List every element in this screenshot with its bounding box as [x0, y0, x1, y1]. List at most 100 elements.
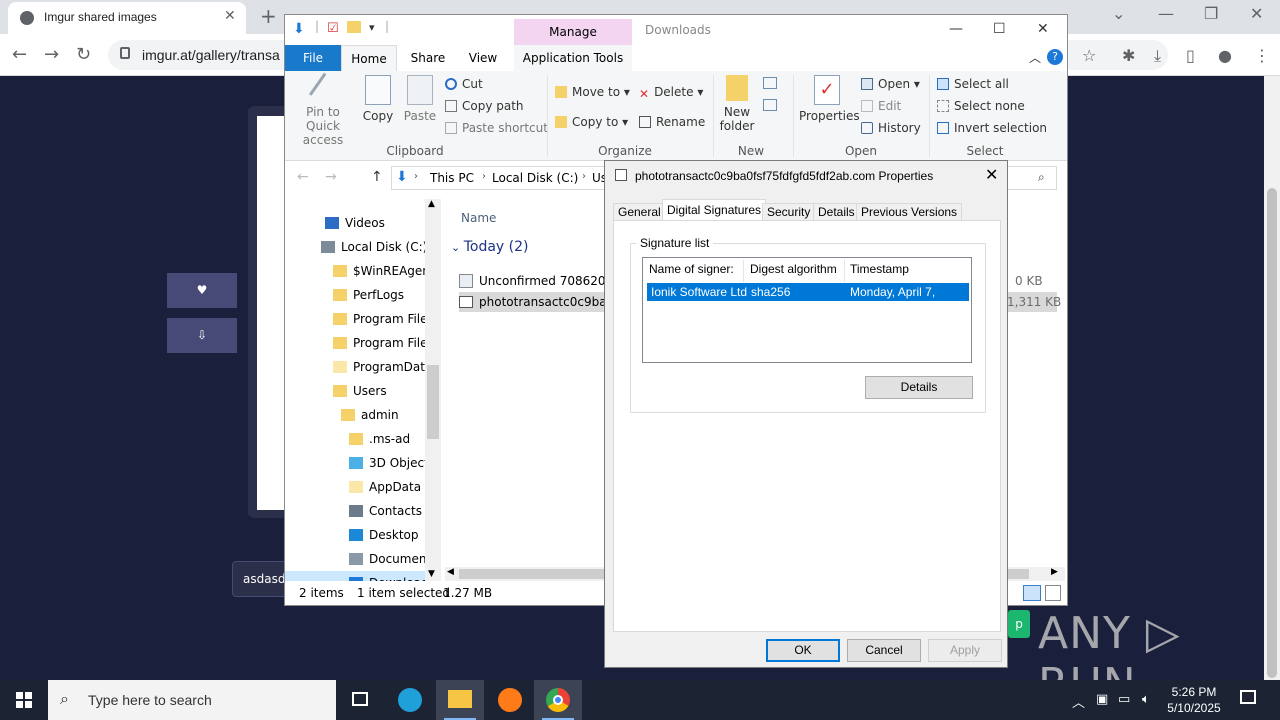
explorer-forward-icon[interactable]: →: [325, 169, 337, 185]
nav-item[interactable]: admin: [285, 403, 425, 427]
easy-access-icon[interactable]: [763, 99, 777, 111]
name-column-header[interactable]: Name: [461, 211, 496, 225]
taskbar-search-box[interactable]: ⌕ Type here to search: [48, 680, 336, 720]
explorer-close-button[interactable]: ✕: [1037, 21, 1049, 37]
nav-item[interactable]: Program Files: [285, 331, 425, 355]
tab-view[interactable]: View: [457, 45, 509, 71]
address-url[interactable]: imgur.at/gallery/transa: [142, 47, 280, 63]
close-tab-icon[interactable]: ✕: [224, 8, 236, 24]
nav-item[interactable]: AppData: [285, 475, 425, 499]
taskbar-search-placeholder[interactable]: Type here to search: [88, 692, 212, 708]
scroll-down-icon[interactable]: ▼: [428, 569, 435, 579]
nav-item[interactable]: Contacts: [285, 499, 425, 523]
new-item-icon[interactable]: [763, 77, 777, 89]
explorer-maximize-button[interactable]: ☐: [993, 21, 1006, 37]
downloads-icon[interactable]: ⤓: [1154, 46, 1161, 66]
page-action-button[interactable]: p: [1008, 610, 1030, 638]
browser-menu-icon[interactable]: ⋮: [1254, 46, 1270, 65]
paste-button[interactable]: Paste: [403, 75, 437, 123]
delete-button[interactable]: ✕ Delete ▾: [639, 85, 703, 101]
nav-item[interactable]: Program Files: [285, 307, 425, 331]
taskbar-firefox[interactable]: [486, 680, 534, 720]
edit-button[interactable]: Edit: [861, 99, 901, 113]
rename-button[interactable]: Rename: [639, 115, 705, 129]
nav-item[interactable]: Local Disk (C:): [285, 235, 425, 259]
side-panel-icon[interactable]: ▯: [1186, 46, 1195, 65]
taskbar-clock[interactable]: 5:26 PM 5/10/2025: [1162, 684, 1226, 716]
task-view-button[interactable]: [336, 680, 384, 720]
bookmark-star-icon[interactable]: ☆: [1082, 46, 1096, 65]
tab-security[interactable]: Security: [762, 203, 816, 221]
scroll-up-icon[interactable]: ▲: [428, 199, 435, 209]
signature-details-button[interactable]: Details: [865, 376, 973, 399]
properties-check-icon[interactable]: ☑: [327, 21, 339, 36]
manage-context-tab[interactable]: Manage: [514, 19, 632, 45]
tab-digital-signatures[interactable]: Digital Signatures: [662, 199, 767, 221]
nav-item[interactable]: .ms-ad: [285, 427, 425, 451]
qat-dropdown-icon[interactable]: ▾: [369, 21, 375, 34]
like-button[interactable]: ♥: [167, 273, 237, 308]
signature-list[interactable]: Name of signer: Digest algorithm Timesta…: [642, 257, 972, 363]
profile-avatar-icon[interactable]: ●: [1218, 46, 1232, 65]
extensions-puzzle-icon[interactable]: ✱: [1122, 46, 1135, 65]
invert-selection-button[interactable]: Invert selection: [937, 121, 1047, 135]
taskbar-file-explorer[interactable]: [436, 680, 484, 720]
volume-icon[interactable]: 🔈︎: [1142, 692, 1150, 707]
explorer-minimize-button[interactable]: —: [949, 21, 963, 37]
scroll-left-icon[interactable]: ◀: [447, 567, 454, 577]
properties-close-button[interactable]: ✕: [985, 165, 998, 184]
tab-application-tools[interactable]: Application Tools: [514, 45, 632, 71]
comment-input[interactable]: asdasd: [232, 561, 288, 597]
tab-details[interactable]: Details: [813, 203, 860, 221]
back-arrow-icon[interactable]: ←: [12, 44, 27, 65]
column-timestamp[interactable]: Timestamp: [850, 262, 909, 276]
nav-item[interactable]: Documents: [285, 547, 425, 571]
shared-image[interactable]: [257, 116, 287, 510]
copy-button[interactable]: Copy: [361, 75, 395, 123]
page-scrollbar[interactable]: [1264, 76, 1280, 680]
scroll-right-icon[interactable]: ▶: [1051, 567, 1058, 577]
nav-item[interactable]: Users: [285, 379, 425, 403]
nav-item[interactable]: $WinREAgent: [285, 259, 425, 283]
nav-scrollbar-thumb[interactable]: [427, 365, 439, 439]
ribbon-collapse-chevron-icon[interactable]: ︿: [1029, 49, 1041, 66]
tab-home[interactable]: Home: [341, 45, 397, 71]
select-none-button[interactable]: Select none: [937, 99, 1025, 113]
explorer-up-icon[interactable]: ↑: [371, 169, 383, 185]
explorer-search-box[interactable]: ⌕: [1007, 166, 1057, 190]
taskbar-chrome[interactable]: [534, 680, 582, 720]
nav-item[interactable]: 3D Objects: [285, 451, 425, 475]
browser-tab[interactable]: Imgur shared images ✕: [8, 2, 246, 34]
new-folder-icon[interactable]: [347, 21, 361, 33]
start-button[interactable]: [0, 680, 48, 720]
breadcrumb-this-pc[interactable]: This PC: [430, 171, 474, 185]
forward-arrow-icon[interactable]: →: [44, 44, 59, 65]
tray-overflow-chevron-icon[interactable]: ︿: [1072, 692, 1085, 711]
help-icon[interactable]: ?: [1047, 49, 1063, 65]
paste-shortcut-button[interactable]: Paste shortcut: [445, 121, 548, 135]
nav-item[interactable]: ProgramData: [285, 355, 425, 379]
page-scrollbar-thumb[interactable]: [1267, 188, 1277, 678]
nav-item[interactable]: PerfLogs: [285, 283, 425, 307]
open-button[interactable]: Open ▾: [861, 77, 920, 91]
column-digest-algorithm[interactable]: Digest algorithm: [750, 262, 837, 276]
browser-close-button[interactable]: ✕: [1250, 4, 1263, 23]
download-arrow-icon[interactable]: ⬇: [293, 21, 305, 37]
file-row-selected[interactable]: phototransactc0c9ba0f: [459, 292, 618, 312]
copy-to-button[interactable]: Copy to ▾: [555, 115, 628, 129]
explorer-back-icon[interactable]: ←: [297, 169, 309, 185]
history-button[interactable]: History: [861, 121, 921, 135]
copy-path-button[interactable]: Copy path: [445, 99, 524, 113]
nav-item[interactable]: Videos: [285, 211, 425, 235]
tab-general[interactable]: General: [613, 203, 666, 221]
large-icons-view-icon[interactable]: [1045, 585, 1061, 601]
explorer-address-box[interactable]: ⬇ › This PC › Local Disk (C:) › Us: [391, 166, 611, 190]
tab-share[interactable]: Share: [403, 45, 453, 71]
pin-quick-access-button[interactable]: Pin to Quick access: [291, 72, 355, 147]
cut-button[interactable]: Cut: [445, 77, 483, 91]
tab-search-chevron-icon[interactable]: ⌄: [1112, 4, 1125, 23]
download-button[interactable]: ⇩: [167, 318, 237, 353]
details-view-icon[interactable]: [1023, 585, 1041, 601]
notifications-icon[interactable]: [1240, 690, 1256, 704]
apply-button[interactable]: Apply: [928, 639, 1002, 662]
